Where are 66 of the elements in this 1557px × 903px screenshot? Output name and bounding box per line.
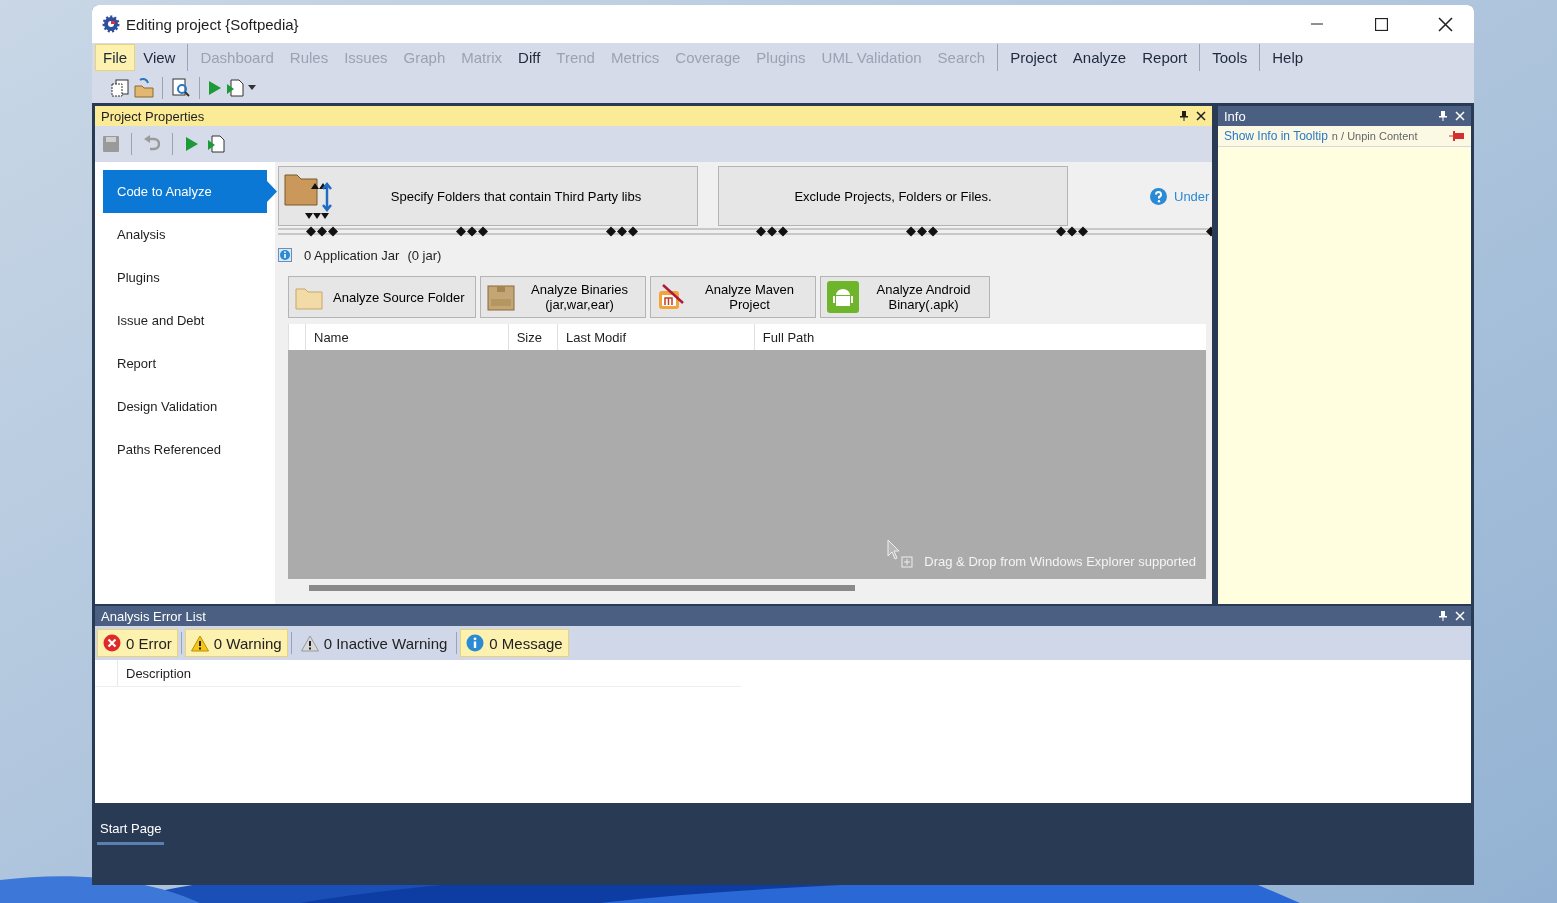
sidebar-item[interactable]: Analysis bbox=[103, 213, 277, 256]
sidebar-item[interactable]: Code to Analyze bbox=[103, 170, 277, 213]
menu-item[interactable]: Analyze bbox=[1064, 44, 1135, 71]
warning-icon bbox=[190, 634, 209, 652]
android-icon bbox=[826, 281, 859, 313]
column-header[interactable]: Description bbox=[117, 660, 741, 686]
panel-title: Info bbox=[1224, 108, 1247, 124]
menu-item[interactable]: Project bbox=[1002, 44, 1065, 71]
tooltip-link[interactable]: Show Info in Tooltip bbox=[1224, 129, 1328, 143]
search-icon[interactable] bbox=[171, 77, 191, 98]
jar-count: 0 Application Jar bbox=[304, 247, 400, 263]
close-icon[interactable] bbox=[1196, 111, 1206, 121]
panel-title: Project Properties bbox=[101, 108, 206, 124]
sidebar-item[interactable]: Paths Referenced bbox=[103, 428, 277, 471]
sidebar-item[interactable]: Issue and Debt bbox=[103, 299, 277, 342]
analyze-button[interactable]: Analyze Binaries (jar,war,ear) bbox=[479, 276, 646, 318]
pin-icon[interactable] bbox=[1439, 611, 1447, 621]
close-icon[interactable] bbox=[1437, 16, 1453, 32]
open-folder-icon[interactable] bbox=[134, 77, 154, 98]
drop-hint: Drag & Drop from Windows Explorer supported bbox=[924, 554, 1196, 569]
maximize-icon[interactable] bbox=[1374, 17, 1388, 31]
menu-item[interactable]: View bbox=[135, 44, 184, 71]
step-button[interactable]: Specify Folders that contain Third Party libs bbox=[278, 166, 698, 226]
window-title: Editing project {Softpedia} bbox=[126, 15, 300, 33]
pin-icon[interactable] bbox=[1439, 111, 1447, 121]
app-gear-icon bbox=[102, 15, 120, 33]
info-icon bbox=[278, 248, 292, 262]
jar-detail: (0 jar) bbox=[407, 247, 442, 263]
play-icon[interactable] bbox=[185, 136, 199, 152]
play-icon[interactable] bbox=[208, 79, 222, 96]
sidebar-item[interactable]: Plugins bbox=[103, 256, 277, 299]
pin-icon[interactable] bbox=[1180, 111, 1188, 121]
menu-item[interactable]: Report bbox=[1134, 44, 1196, 71]
menu-item[interactable]: Help bbox=[1264, 44, 1312, 71]
unpin-text: n / Unpin Content bbox=[1331, 130, 1419, 142]
help-icon[interactable] bbox=[1150, 187, 1167, 205]
maven-icon bbox=[656, 283, 685, 311]
filter-button[interactable]: 0 Error bbox=[97, 629, 178, 657]
analyze-button[interactable]: Analyze Maven Project bbox=[649, 276, 816, 318]
error-icon bbox=[103, 634, 121, 652]
new-project-icon[interactable] bbox=[110, 77, 130, 98]
drag-drop-icon bbox=[886, 539, 915, 569]
analyze-button[interactable]: Analyze Source Folder bbox=[288, 276, 476, 318]
scrollbar[interactable] bbox=[309, 585, 855, 591]
jar-box-icon bbox=[486, 283, 515, 311]
menu-item[interactable]: File bbox=[95, 44, 136, 71]
sidebar-item[interactable]: Report bbox=[103, 342, 277, 385]
filter-button[interactable]: 0 Message bbox=[460, 629, 569, 657]
column-header[interactable]: Name bbox=[305, 324, 508, 350]
document-arrow-icon[interactable] bbox=[226, 78, 244, 97]
sidebar-item[interactable]: Design Validation bbox=[103, 385, 277, 428]
analyze-button[interactable]: Analyze Android Binary(.apk) bbox=[819, 276, 990, 318]
filter-button[interactable]: 0 Warning bbox=[184, 629, 288, 657]
panel-title: Analysis Error List bbox=[101, 608, 207, 624]
document-arrow-icon[interactable] bbox=[207, 135, 225, 153]
filter-button[interactable]: 0 Inactive Warning bbox=[294, 629, 454, 657]
column-header[interactable]: Last Modif bbox=[557, 324, 754, 350]
caret-icon[interactable] bbox=[248, 85, 256, 90]
info-icon bbox=[466, 634, 485, 652]
column-header[interactable]: Size bbox=[507, 324, 558, 350]
step-button[interactable]: Exclude Projects, Folders or Files. bbox=[718, 166, 1068, 226]
menu-item[interactable]: Diff bbox=[510, 44, 549, 71]
column-header[interactable]: Full Path bbox=[753, 324, 1206, 350]
warning-icon bbox=[300, 634, 319, 652]
tab[interactable]: Start Page bbox=[97, 821, 165, 845]
menu-item[interactable]: Tools bbox=[1204, 44, 1256, 71]
